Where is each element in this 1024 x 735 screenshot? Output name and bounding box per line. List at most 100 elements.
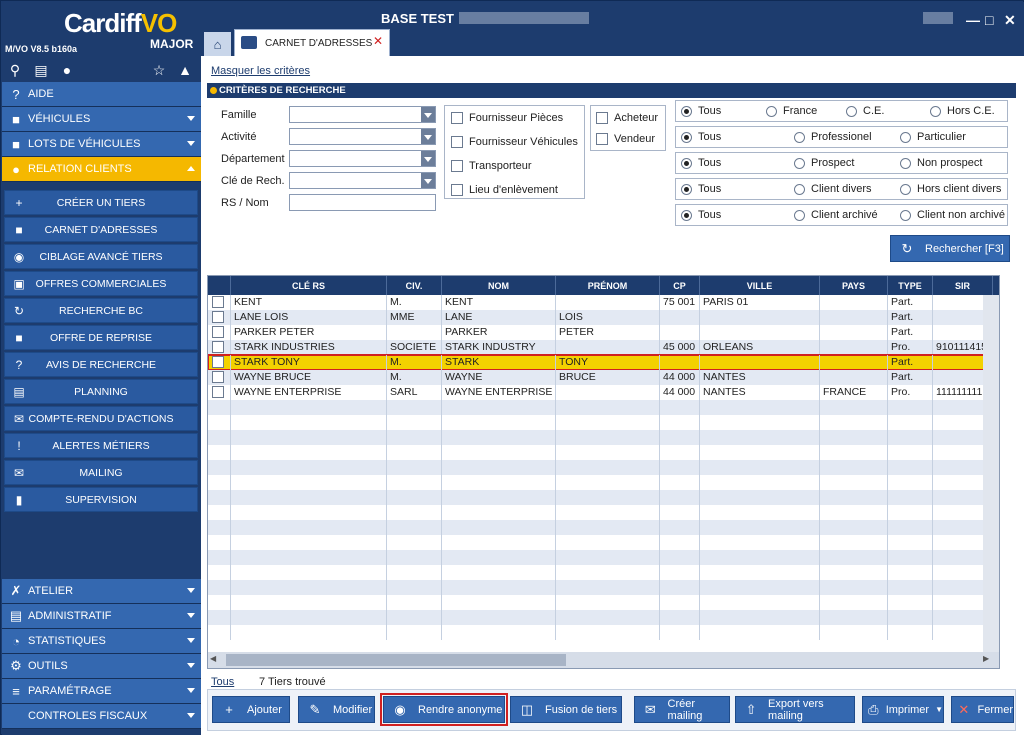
menu-item-bottom-1[interactable]: ▤ ADMINISTRATIF	[2, 604, 201, 629]
menu-item-bottom-2[interactable]: ◔ STATISTIQUES	[2, 629, 201, 654]
rs-nom-input[interactable]	[289, 194, 436, 211]
column-header-3[interactable]: PRÉNOM	[556, 276, 660, 295]
vendeur-checkbox[interactable]	[596, 133, 608, 145]
search-icon[interactable]: ⚲	[6, 61, 24, 79]
cle-recherche-select[interactable]	[289, 172, 436, 189]
filter-all-link[interactable]: Tous	[211, 676, 234, 688]
row-checkbox[interactable]	[212, 356, 224, 368]
radio-4-0[interactable]	[681, 210, 692, 221]
home-tab[interactable]: ⌂	[204, 32, 231, 56]
table-row[interactable]: STARK INDUSTRIES SOCIETE STARK INDUSTRY 45 …	[208, 340, 999, 355]
row-checkbox[interactable]	[212, 296, 224, 308]
radio-3-2[interactable]	[900, 184, 911, 195]
radio-2-1[interactable]	[794, 158, 805, 169]
radio-0-0[interactable]	[681, 106, 692, 117]
action-button-3[interactable]: ◫ Fusion de tiers	[510, 696, 622, 723]
menu-item-lots[interactable]: ■ LOTS DE VÉHICULES	[2, 132, 201, 157]
close-window-icon[interactable]: ✕	[1004, 12, 1016, 29]
column-header-8[interactable]: SIR	[933, 276, 993, 295]
column-header-2[interactable]: NOM	[442, 276, 556, 295]
menu-item-aide[interactable]: ? AIDE	[2, 82, 201, 107]
submenu-item-3[interactable]: ▣ OFFRES COMMERCIALES	[4, 271, 198, 296]
submenu-item-7[interactable]: ▤ PLANNING	[4, 379, 198, 404]
column-header-4[interactable]: CP	[660, 276, 700, 295]
table-row[interactable]: STARK TONY M. STARK TONY Part.	[208, 354, 999, 371]
column-header-0[interactable]: CLÉ RS	[231, 276, 387, 295]
radio-1-1[interactable]	[794, 132, 805, 143]
lieu-enlevement-checkbox[interactable]	[451, 184, 463, 196]
menu-item-bottom-3[interactable]: ⚙ OUTILS	[2, 654, 201, 679]
table-row[interactable]: KENT M. KENT 75 001 PARIS 01 Part.	[208, 295, 999, 310]
user-icon[interactable]: ●	[58, 61, 76, 79]
menu-item-bottom-0[interactable]: ✗ ATELIER	[2, 579, 201, 604]
minimize-icon[interactable]: —	[966, 12, 980, 28]
action-button-1[interactable]: ✎ Modifier	[298, 696, 375, 723]
transporteur-checkbox[interactable]	[451, 160, 463, 172]
acheteur-checkbox[interactable]	[596, 112, 608, 124]
search-button[interactable]: ↻ Rechercher [F3]	[890, 235, 1010, 262]
fournisseur-pieces-checkbox[interactable]	[451, 112, 463, 124]
radio-0-3[interactable]	[930, 106, 941, 117]
row-checkbox[interactable]	[212, 326, 224, 338]
close-tab-icon[interactable]: ✕	[373, 34, 383, 48]
activite-select[interactable]	[289, 128, 436, 145]
action-button-0[interactable]: + Ajouter	[212, 696, 290, 723]
bell-icon[interactable]: ▲	[176, 61, 194, 79]
grid-select-column[interactable]	[208, 276, 231, 295]
column-header-5[interactable]: VILLE	[700, 276, 820, 295]
calendar-icon[interactable]: ▤	[32, 61, 50, 79]
table-row[interactable]: LANE LOIS MME LANE LOIS Part.	[208, 310, 999, 325]
row-checkbox[interactable]	[212, 371, 224, 383]
departement-select[interactable]	[289, 150, 436, 167]
radio-2-0[interactable]	[681, 158, 692, 169]
radio-1-0[interactable]	[681, 132, 692, 143]
action-button-2[interactable]: ◉ Rendre anonyme	[380, 693, 508, 726]
submenu-item-4[interactable]: ↻ RECHERCHE BC	[4, 298, 198, 323]
vertical-scrollbar[interactable]	[983, 295, 999, 668]
submenu-item-0[interactable]: + CRÉER UN TIERS	[4, 190, 198, 215]
menu-item-bottom-5[interactable]: CONTROLES FISCAUX	[2, 704, 201, 729]
radio-1-2[interactable]	[900, 132, 911, 143]
radio-0-1[interactable]	[766, 106, 777, 117]
action-button-5[interactable]: ⇧ Export vers mailing	[735, 696, 855, 723]
toggle-criteria-link[interactable]: Masquer les critères	[211, 65, 310, 77]
row-checkbox[interactable]	[212, 386, 224, 398]
submenu-item-6[interactable]: ? AVIS DE RECHERCHE	[4, 352, 198, 377]
column-header-1[interactable]: CIV.	[387, 276, 442, 295]
action-button-6[interactable]: ⎙ Imprimer ▼	[862, 696, 944, 723]
radio-2-2[interactable]	[900, 158, 911, 169]
submenu-item-1[interactable]: ■ CARNET D'ADRESSES	[4, 217, 198, 242]
table-row[interactable]: WAYNE ENTERPRISE SARL WAYNE ENTERPRISE 44 0…	[208, 385, 999, 400]
scroll-right-icon[interactable]: ▶	[983, 654, 995, 666]
column-header-6[interactable]: PAYS	[820, 276, 888, 295]
row-checkbox[interactable]	[212, 311, 224, 323]
radio-3-0[interactable]	[681, 184, 692, 195]
submenu-item-5[interactable]: ■ OFFRE DE REPRISE	[4, 325, 198, 350]
scroll-thumb[interactable]	[226, 654, 566, 666]
submenu-item-10[interactable]: ✉ MAILING	[4, 460, 198, 485]
submenu-item-8[interactable]: ✉ COMPTE-RENDU D'ACTIONS	[4, 406, 198, 431]
submenu-item-2[interactable]: ◉ CIBLAGE AVANCÉ TIERS	[4, 244, 198, 269]
table-row[interactable]: WAYNE BRUCE M. WAYNE BRUCE 44 000 NANTES Part.	[208, 370, 999, 385]
radio-4-2[interactable]	[900, 210, 911, 221]
horizontal-scrollbar[interactable]: ◀ ▶	[208, 652, 999, 668]
radio-3-1[interactable]	[794, 184, 805, 195]
table-row[interactable]: PARKER PETER PARKER PETER Part.	[208, 325, 999, 340]
menu-item-vehicules[interactable]: ■ VÉHICULES	[2, 107, 201, 132]
menu-item-bottom-4[interactable]: ≡ PARAMÉTRAGE	[2, 679, 201, 704]
chevron-down-icon[interactable]: ▼	[935, 705, 943, 714]
action-button-7[interactable]: ✕ Fermer	[951, 696, 1014, 723]
radio-0-2[interactable]	[846, 106, 857, 117]
submenu-item-11[interactable]: ▮ SUPERVISION	[4, 487, 198, 512]
column-header-7[interactable]: TYPE	[888, 276, 933, 295]
star-icon[interactable]: ☆	[150, 61, 168, 79]
fournisseur-vehicules-checkbox[interactable]	[451, 136, 463, 148]
famille-select[interactable]	[289, 106, 436, 123]
scroll-left-icon[interactable]: ◀	[210, 654, 222, 666]
submenu-item-9[interactable]: ! ALERTES MÉTIERS	[4, 433, 198, 458]
radio-4-1[interactable]	[794, 210, 805, 221]
menu-item-relation-clients[interactable]: ● RELATION CLIENTS	[2, 157, 201, 182]
maximize-icon[interactable]: □	[985, 12, 993, 28]
tab-carnet-adresses[interactable]: CARNET D'ADRESSES ✕	[234, 29, 390, 56]
row-checkbox[interactable]	[212, 341, 224, 353]
